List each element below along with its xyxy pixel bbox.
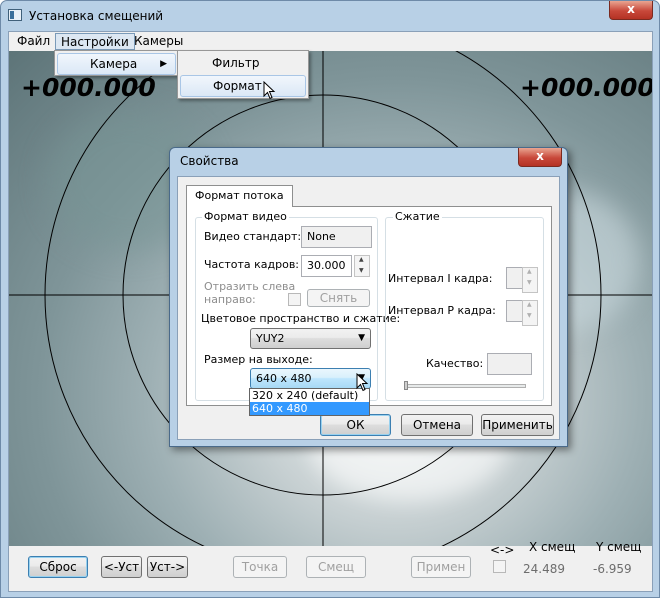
menu-settings[interactable]: Настройки — [55, 33, 135, 50]
left-offset-readout: +000.000 — [21, 73, 156, 102]
mirror-checkbox[interactable] — [288, 293, 301, 306]
menu-cameras[interactable]: Камеры — [129, 33, 188, 50]
i-frame-label: Интервал I кадра: — [388, 272, 493, 285]
dialog-close-button[interactable]: x — [518, 148, 562, 167]
p-frame-spinner[interactable] — [522, 300, 538, 326]
p-frame-label: Интервал P кадра: — [388, 304, 496, 317]
colorspace-select[interactable]: YUY2 ▼ — [250, 328, 371, 349]
quality-slider[interactable] — [404, 384, 526, 388]
mirror-label-line2: направо: — [204, 293, 256, 306]
menu-bar: Файл Настройки Камеры — [9, 32, 652, 51]
point-button[interactable]: Точка — [233, 556, 287, 578]
dialog-title: Свойства — [180, 154, 239, 168]
frame-rate-input[interactable]: 30.000 — [301, 255, 352, 277]
apply-button[interactable]: Применить — [481, 414, 554, 436]
output-size-label: Размер на выходе: — [204, 353, 313, 366]
chevron-down-icon: ▼ — [358, 333, 365, 343]
mouse-cursor-icon — [263, 81, 276, 100]
menu-item-format[interactable]: Формат — [180, 75, 306, 97]
compression-group-title: Сжатие — [393, 210, 442, 223]
swap-checkbox[interactable] — [493, 560, 506, 573]
quality-slider-thumb[interactable] — [404, 381, 408, 390]
output-size-dropdown-list: 320 x 240 (default) 640 x 480 — [249, 388, 370, 416]
window-close-button[interactable]: x — [609, 1, 653, 20]
output-size-value: 640 x 480 — [256, 372, 312, 385]
video-standard-field: None — [301, 226, 372, 248]
x-offset-label: X смещ — [529, 540, 576, 554]
video-format-group: Формат видео Видео стандарт: None Частот… — [195, 210, 400, 401]
quality-input[interactable] — [487, 353, 532, 375]
ok-button[interactable]: ОК — [320, 414, 391, 436]
frame-rate-spinner[interactable] — [354, 255, 370, 277]
frame-rate-label: Частота кадров: — [204, 258, 300, 271]
right-offset-readout: +000.000 — [520, 73, 652, 102]
i-frame-spinner[interactable] — [522, 267, 538, 293]
output-size-select[interactable]: 640 x 480 ▼ — [250, 368, 371, 389]
prev-set-button[interactable]: <-Уст — [101, 556, 142, 578]
submenu-arrow-icon: ▶ — [160, 59, 167, 69]
menu-item-camera-label: Камера — [90, 57, 138, 71]
video-standard-label: Видео стандарт: — [204, 230, 302, 243]
menu-item-camera[interactable]: Камера ▶ — [57, 53, 176, 75]
colorspace-value: YUY2 — [256, 332, 285, 345]
camera-submenu: Фильтр Формат — [177, 50, 309, 99]
reset-button[interactable]: Сброс — [28, 556, 88, 578]
compression-group: Сжатие Интервал I кадра: Интервал P кадр… — [385, 210, 544, 401]
mouse-cursor-icon — [356, 373, 369, 392]
tab-stream-format[interactable]: Формат потока — [186, 185, 293, 207]
next-set-button[interactable]: Уст-> — [147, 556, 188, 578]
offset-button[interactable]: Смещ — [306, 556, 366, 578]
menu-item-filter[interactable]: Фильтр — [180, 53, 306, 75]
video-format-group-title: Формат видео — [202, 210, 289, 223]
settings-menu: Камера ▶ — [54, 50, 179, 76]
menu-file[interactable]: Файл — [12, 33, 55, 50]
window-title: Установка смещений — [29, 9, 164, 23]
swap-label: <-> — [490, 543, 515, 557]
mirror-label: Отразить слева — [204, 280, 296, 293]
x-offset-value: 24.489 — [523, 562, 565, 576]
output-size-option[interactable]: 320 x 240 (default) — [250, 389, 369, 402]
remove-button[interactable]: Снять — [307, 289, 370, 307]
y-offset-value: -6.959 — [593, 562, 632, 576]
app-icon — [8, 9, 22, 21]
output-size-option[interactable]: 640 x 480 — [250, 402, 369, 415]
quality-label: Качество: — [426, 357, 484, 370]
colorspace-label: Цветовое пространство и сжатие: — [201, 312, 401, 325]
title-bar[interactable]: Установка смещений x — [1, 1, 659, 31]
apply-offset-button[interactable]: Примен — [411, 556, 471, 578]
y-offset-label: Y смещ — [596, 540, 642, 554]
cancel-button[interactable]: Отмена — [401, 414, 473, 436]
main-window: Установка смещений x Файл Настройки Каме… — [0, 0, 660, 598]
